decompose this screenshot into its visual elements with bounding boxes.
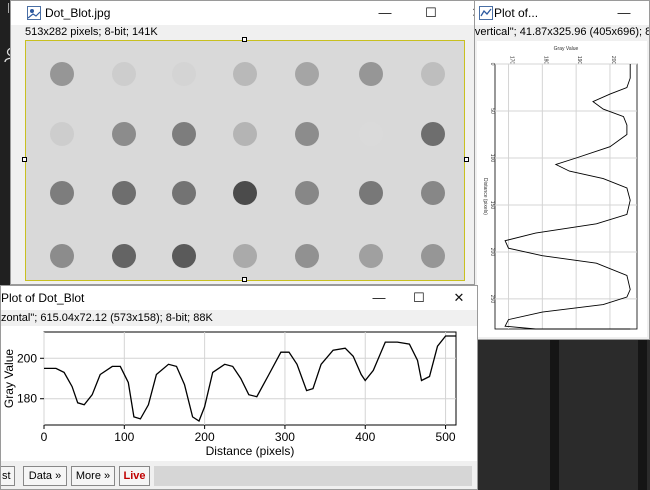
blot-dot [421,181,445,205]
dot-blot-image [50,62,445,268]
vertical-profile-chart: 170 180 190 200 0 50 100 150 200 250 Gray Value Dis… [482,46,638,330]
x-tick-label: 180 [542,56,548,65]
selection-handle[interactable] [464,157,469,162]
blot-dot [112,62,136,86]
image-window: Dot_Blot.jpg — ☐ ✕ 513x282 pixels; 8-bit… [10,0,475,285]
y-axis-label: Gray Value [2,349,16,408]
plot-info: zontal"; 615.04x72.12 (573x158); 8-bit; … [1,312,213,324]
blot-dot [421,244,445,268]
blot-dot [295,62,319,86]
status-field [154,466,472,486]
y-tick-label: 200 [17,351,37,365]
x-axis-label: Gray Value [554,46,579,52]
x-tick-label: 200 [195,430,215,444]
window-title: Plot of... [494,6,539,20]
y-tick-label: 180 [17,392,37,406]
blot-dot [112,244,136,268]
plot-window-icon [479,6,493,20]
vertical-plot-window: Plot of... — "vertical"; 41.87x325.96 (4… [468,0,650,340]
x-tick-label: 100 [114,430,134,444]
blot-dot [295,181,319,205]
minimize-button[interactable]: — [601,1,647,25]
selection-handle[interactable] [242,37,247,42]
x-tick-label: 200 [610,56,616,65]
blot-dot [233,122,257,146]
plot-area: 0 100 200 300 400 500 180 200 Distance (pixels) G… [1,326,477,461]
live-button[interactable]: Live [119,466,150,486]
blot-dot [359,181,383,205]
blot-dot [172,181,196,205]
window-title: Plot of Dot_Blot [1,291,85,305]
horizontal-plot-window: Plot of Dot_Blot — ☐ ✕ zontal"; 615.04x7… [0,285,478,490]
blot-dot [112,181,136,205]
image-info: "vertical"; 41.87x325.96 (405x696); 8- [471,26,650,38]
blot-dot [233,181,257,205]
y-tick-label: 200 [489,248,495,257]
y-tick-label: 250 [489,295,495,304]
blot-dot [50,122,74,146]
x-tick-label: 300 [275,430,295,444]
x-tick-label: 190 [576,56,582,65]
plot-frame [43,331,457,426]
selection-handle[interactable] [22,157,27,162]
blot-dot [421,122,445,146]
plot-area: 170 180 190 200 0 50 100 150 200 250 Gray Value Dis… [477,41,647,337]
blot-dot [359,122,383,146]
x-tick-label: 500 [436,430,456,444]
blot-dot [172,62,196,86]
maximize-button[interactable]: ☐ [408,1,454,25]
title-bar[interactable]: Dot_Blot.jpg — ☐ ✕ [11,1,474,25]
close-button[interactable]: ✕ [436,286,477,310]
panel-divider [638,340,647,490]
y-tick-label: 50 [489,108,495,114]
y-tick-label: 150 [489,201,495,210]
x-axis-label: Distance (pixels) [206,444,295,458]
background-panels [478,340,650,490]
y-tick-label: 0 [489,63,495,66]
title-bar[interactable]: Plot of... — [469,1,649,25]
plot-frame [494,63,638,330]
x-tick-label: 170 [509,56,515,65]
image-info: 513x282 pixels; 8-bit; 141K [25,26,158,38]
y-tick-label: 100 [489,154,495,163]
x-tick-label: 0 [41,430,48,444]
close-button[interactable]: ✕ [454,1,474,25]
blot-dot [295,122,319,146]
panel-divider [550,340,559,490]
blot-dot [233,244,257,268]
list-button[interactable]: st [1,466,15,486]
window-title: Dot_Blot.jpg [45,6,111,20]
title-bar[interactable]: Plot of Dot_Blot — ☐ ✕ [1,286,477,310]
image-window-icon [27,6,41,20]
minimize-button[interactable]: — [362,1,408,25]
data-button[interactable]: Data » [23,466,67,486]
blot-dot [112,122,136,146]
plot-button-bar: st Data » More » Live [1,464,477,489]
image-canvas[interactable] [25,40,465,281]
blot-dot [50,181,74,205]
blot-dot [359,244,383,268]
horizontal-profile-chart: 0 100 200 300 400 500180200Distance (pixels)G… [2,331,457,458]
selection-handle[interactable] [242,277,247,282]
y-axis-label: Distance (pixels) [482,178,488,215]
blot-dot [295,244,319,268]
x-tick-label: 400 [355,430,375,444]
blot-dot [233,62,257,86]
blot-dot [50,62,74,86]
blot-dot [172,244,196,268]
blot-dot [421,62,445,86]
more-button[interactable]: More » [71,466,115,486]
blot-dot [172,122,196,146]
blot-dot [50,244,74,268]
blot-dot [359,62,383,86]
